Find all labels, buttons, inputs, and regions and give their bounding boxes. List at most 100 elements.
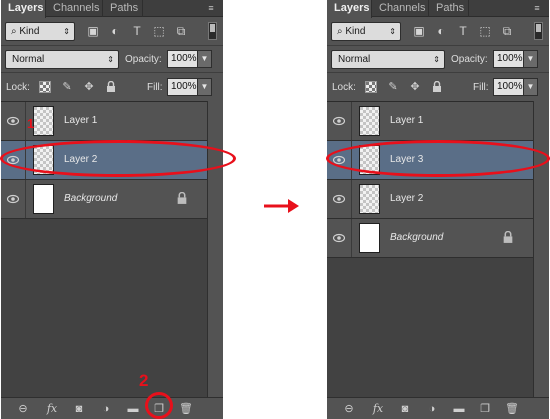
visibility-toggle[interactable] xyxy=(327,219,352,257)
chevron-updown-icon: ⇕ xyxy=(63,27,70,36)
layer-row[interactable]: Background xyxy=(327,219,533,258)
opacity-dropdown-icon[interactable]: ▼ xyxy=(524,50,538,68)
layer-row[interactable]: Layer 1 xyxy=(327,102,533,141)
kind-filter-select[interactable]: ⌕ Kind ⇕ xyxy=(5,22,75,41)
fill-input[interactable]: 100% xyxy=(167,78,198,96)
new-adjustment-icon[interactable]: ◑ xyxy=(98,402,114,416)
layer-thumbnail xyxy=(359,184,380,214)
blend-mode-select[interactable]: Normal ⇕ xyxy=(331,50,445,69)
layer-name: Background xyxy=(390,232,444,243)
add-mask-icon[interactable]: ◙ xyxy=(397,402,413,416)
blend-mode-value: Normal xyxy=(12,54,45,65)
opacity-input[interactable]: 100% xyxy=(167,50,198,68)
opacity-dropdown-icon[interactable]: ▼ xyxy=(198,50,212,68)
step-number-1: 1 xyxy=(27,116,35,131)
search-icon: ⌕ xyxy=(11,26,17,37)
panel-bottom-bar: ⊖ fx ◙ ◑ ▬ ❐ 🗑 xyxy=(327,397,549,419)
layer-name: Background xyxy=(64,193,118,204)
new-group-icon[interactable]: ▬ xyxy=(451,402,467,416)
shape-filter-icon[interactable]: ⬚ xyxy=(478,24,492,38)
fill-dropdown-icon[interactable]: ▼ xyxy=(524,78,538,96)
lock-label: Lock: xyxy=(332,82,356,93)
lock-row: Lock: ✎ ✥ Fill: 100% ▼ xyxy=(1,72,223,100)
lock-transparent-pixels-icon[interactable] xyxy=(365,81,377,93)
tab-channels[interactable]: Channels xyxy=(372,0,429,17)
opacity-input[interactable]: 100% xyxy=(493,50,524,68)
tab-channels[interactable]: Channels xyxy=(46,0,103,17)
blend-row: Normal ⇕ Opacity: 100% ▼ xyxy=(327,45,549,72)
link-layers-icon[interactable]: ⊖ xyxy=(15,402,31,416)
visibility-toggle[interactable] xyxy=(327,102,352,140)
lock-image-pixels-icon[interactable]: ✎ xyxy=(387,81,399,93)
type-filter-icon[interactable]: T xyxy=(130,24,144,38)
layers-panel-before: Layers Channels Paths ≡ ⌕ Kind ⇕ ▣ ◐ T ⬚… xyxy=(1,0,223,419)
opacity-label: Opacity: xyxy=(451,54,488,65)
tab-paths[interactable]: Paths xyxy=(429,0,469,17)
layer-thumbnail xyxy=(33,106,54,136)
link-layers-icon[interactable]: ⊖ xyxy=(341,402,357,416)
filter-toggle-switch[interactable] xyxy=(208,22,217,40)
image-filter-icon[interactable]: ▣ xyxy=(412,24,426,38)
tab-layers[interactable]: Layers xyxy=(1,0,46,18)
filter-toggle-switch[interactable] xyxy=(534,22,543,40)
visibility-toggle[interactable] xyxy=(1,102,26,140)
kind-filter-select[interactable]: ⌕ Kind ⇕ xyxy=(331,22,401,41)
adjustment-filter-icon[interactable]: ◐ xyxy=(434,24,448,38)
panel-tab-bar: Layers Channels Paths ≡ xyxy=(327,0,549,18)
add-mask-icon[interactable]: ◙ xyxy=(71,402,87,416)
opacity-label: Opacity: xyxy=(125,54,162,65)
lock-row: Lock: ✎ ✥ Fill: 100% ▼ xyxy=(327,72,549,100)
trash-icon[interactable]: 🗑 xyxy=(178,402,194,416)
layers-scrollbar[interactable] xyxy=(533,101,549,397)
layer-thumbnail xyxy=(359,223,380,253)
panel-menu-icon[interactable]: ≡ xyxy=(531,2,543,14)
fill-label: Fill: xyxy=(473,82,489,93)
highlight-circle-new-layer xyxy=(145,392,173,419)
lock-all-icon[interactable] xyxy=(105,80,117,93)
tab-layers[interactable]: Layers xyxy=(327,0,372,18)
eye-icon xyxy=(7,116,19,126)
eye-icon xyxy=(333,116,345,126)
visibility-toggle[interactable] xyxy=(1,180,26,218)
layer-row[interactable]: Background xyxy=(1,180,207,219)
new-group-icon[interactable]: ▬ xyxy=(125,402,141,416)
panel-bottom-bar: ⊖ fx ◙ ◑ ▬ ❐ 🗑 xyxy=(1,397,223,419)
lock-transparent-pixels-icon[interactable] xyxy=(39,81,51,93)
fx-icon[interactable]: fx xyxy=(44,402,60,416)
panel-menu-icon[interactable]: ≡ xyxy=(205,2,217,14)
layer-row[interactable]: Layer 2 xyxy=(327,180,533,219)
adjustment-filter-icon[interactable]: ◐ xyxy=(108,24,122,38)
image-filter-icon[interactable]: ▣ xyxy=(86,24,100,38)
fill-dropdown-icon[interactable]: ▼ xyxy=(198,78,212,96)
chevron-updown-icon: ⇕ xyxy=(107,55,114,64)
layers-scrollbar[interactable] xyxy=(207,101,223,397)
step-number-2: 2 xyxy=(139,371,149,390)
tab-paths[interactable]: Paths xyxy=(103,0,143,17)
fill-input[interactable]: 100% xyxy=(493,78,524,96)
visibility-toggle[interactable] xyxy=(327,180,352,218)
new-layer-icon[interactable]: ❐ xyxy=(477,402,493,416)
filter-row: ⌕ Kind ⇕ ▣ ◐ T ⬚ ⧉ xyxy=(1,18,223,45)
layer-name: Layer 1 xyxy=(390,115,424,126)
type-filter-icon[interactable]: T xyxy=(456,24,470,38)
kind-filter-label: Kind xyxy=(345,26,366,37)
trash-icon[interactable]: 🗑 xyxy=(504,402,520,416)
highlight-ellipse-layer-3 xyxy=(326,140,550,177)
lock-position-icon[interactable]: ✥ xyxy=(409,81,421,93)
blend-mode-select[interactable]: Normal ⇕ xyxy=(5,50,119,69)
search-icon: ⌕ xyxy=(337,26,343,37)
panel-tab-bar: Layers Channels Paths ≡ xyxy=(1,0,223,18)
new-adjustment-icon[interactable]: ◑ xyxy=(424,402,440,416)
shape-filter-icon[interactable]: ⬚ xyxy=(152,24,166,38)
layer-name: Layer 1 xyxy=(64,115,98,126)
layers-panel-after: Layers Channels Paths ≡ ⌕ Kind ⇕ ▣ ◐ T ⬚… xyxy=(327,0,549,419)
smart-object-filter-icon[interactable]: ⧉ xyxy=(174,24,188,38)
lock-image-pixels-icon[interactable]: ✎ xyxy=(61,81,73,93)
arrow-right-icon xyxy=(264,199,299,213)
smart-object-filter-icon[interactable]: ⧉ xyxy=(500,24,514,38)
lock-position-icon[interactable]: ✥ xyxy=(83,81,95,93)
fx-icon[interactable]: fx xyxy=(370,402,386,416)
lock-icon xyxy=(503,231,513,243)
eye-icon xyxy=(333,194,345,204)
lock-all-icon[interactable] xyxy=(431,80,443,93)
